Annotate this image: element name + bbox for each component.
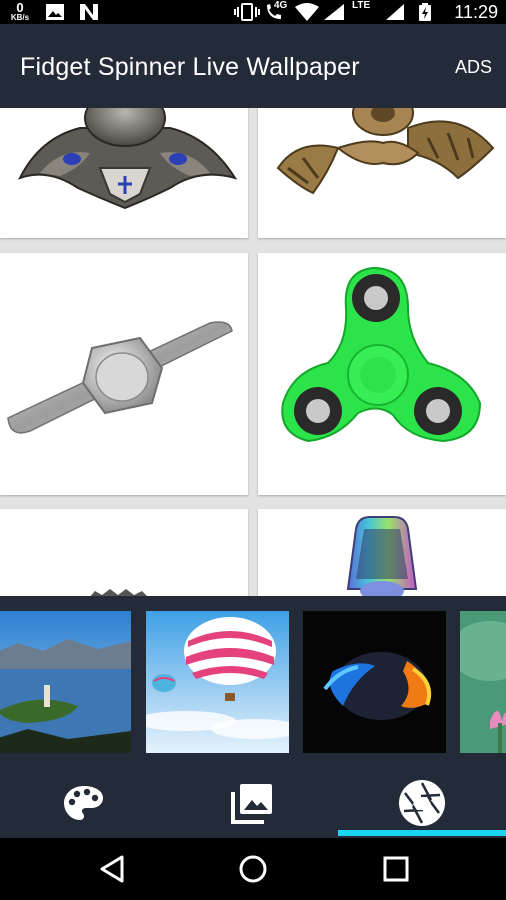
grid-tile-bronze-dragon-spinner[interactable] (258, 108, 506, 238)
gear-spinner-image (90, 589, 147, 596)
grid-tile-silver-bar-spinner[interactable] (0, 253, 248, 495)
status-bar: 0 KB/s 4G LTE 11:29 (0, 0, 506, 24)
grid-tile-green-tri-spinner[interactable] (258, 253, 506, 495)
green-tri-spinner-image (281, 266, 482, 443)
signal-icon (324, 4, 344, 20)
tab-gallery[interactable] (168, 768, 336, 838)
silver-bar-spinner-image (7, 321, 233, 434)
lake-island-image (0, 611, 131, 753)
back-icon[interactable] (98, 854, 128, 884)
tab-shutter[interactable] (338, 768, 506, 838)
fire-ice-planet-image (303, 611, 446, 753)
tab-palette[interactable] (0, 768, 168, 838)
shutter-icon (399, 780, 445, 826)
network-speed: 0 KB/s (8, 1, 32, 22)
selected-tab-indicator (338, 830, 506, 836)
battery-charging-icon (419, 3, 431, 21)
signal-icon (386, 4, 404, 20)
grid-tile-dragon-metal-spinner[interactable] (0, 108, 248, 238)
wifi-icon (295, 3, 319, 21)
recents-icon[interactable] (381, 854, 411, 884)
app-bar: Fidget Spinner Live Wallpaper ADS (0, 24, 506, 108)
thumb-fire-ice-planet-background[interactable] (303, 611, 446, 753)
lte-label: LTE (352, 0, 371, 11)
n-logo-icon (80, 4, 98, 20)
home-icon[interactable] (238, 854, 268, 884)
palette-icon (64, 786, 103, 820)
ads-button[interactable]: ADS (455, 57, 492, 78)
grid-tile-rainbow-chrome-spinner[interactable] (258, 509, 506, 596)
clock: 11:29 (454, 2, 498, 22)
rainbow-chrome-spinner-image (346, 516, 418, 596)
vibrate-icon (234, 3, 260, 21)
thumb-lake-island-background[interactable] (0, 611, 131, 753)
gallery-icon (46, 4, 64, 20)
spinner-grid (0, 108, 506, 596)
grid-tile-gear-spinner[interactable] (0, 509, 248, 596)
thumb-lotus-flower-background[interactable] (460, 611, 506, 753)
gallery-icon (231, 784, 272, 824)
network-speed-unit: KB/s (10, 13, 30, 22)
dragon-metal-spinner-image (17, 108, 238, 210)
bronze-dragon-spinner-image (276, 108, 495, 195)
app-title: Fidget Spinner Live Wallpaper (20, 53, 360, 81)
lotus-flower-image (460, 611, 506, 753)
hot-air-balloon-image (146, 611, 289, 753)
thumb-hot-air-balloon-background[interactable] (146, 611, 289, 753)
network-type: 4G (274, 0, 288, 11)
system-nav-bar (0, 838, 506, 900)
bottom-tab-bar (0, 768, 506, 838)
background-strip[interactable] (0, 596, 506, 768)
